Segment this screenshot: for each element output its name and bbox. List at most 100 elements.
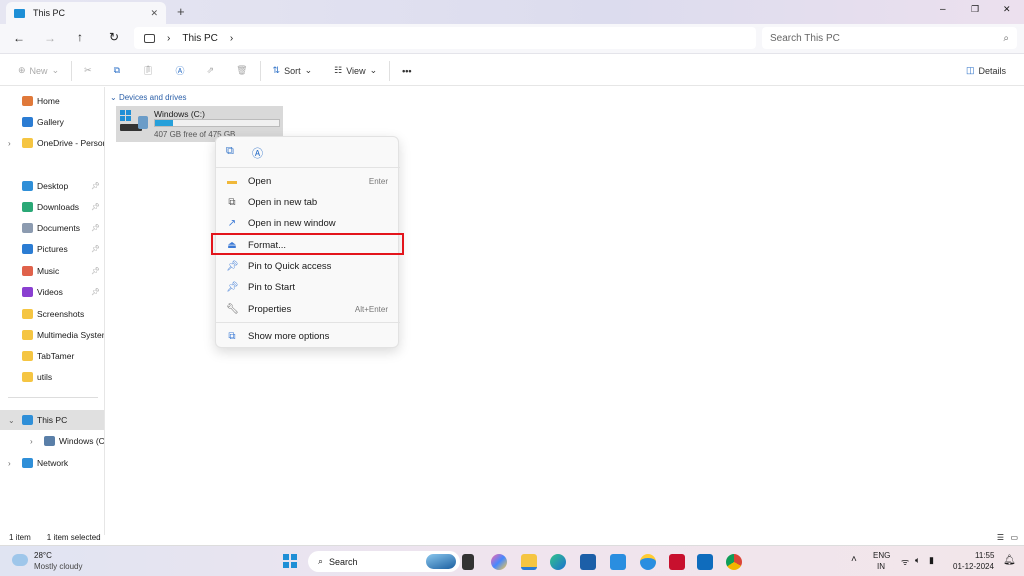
- close-button[interactable]: ✕: [1003, 4, 1011, 15]
- copy-icon[interactable]: ⧉: [226, 145, 234, 158]
- menu-item-properties[interactable]: 🔧︎ Properties Alt+Enter: [220, 299, 396, 319]
- sort-icon: ⇅: [272, 65, 281, 75]
- pin-icon[interactable]: 📌︎: [91, 245, 100, 253]
- rename-button[interactable]: Ⓐ: [168, 60, 193, 82]
- sort-button[interactable]: ⇅ Sort ⌄: [265, 60, 321, 82]
- view-button[interactable]: ☷ View ⌄: [326, 60, 385, 82]
- share-button[interactable]: ⇗: [199, 60, 223, 82]
- menu-item-open-in-new-tab[interactable]: ⧉ Open in new tab: [220, 192, 396, 212]
- sidebar-item-this-pc[interactable]: ⌄ This PC: [0, 410, 104, 430]
- delete-button[interactable]: 🗑︎: [228, 60, 255, 82]
- copy-button[interactable]: ⧉: [106, 60, 128, 82]
- drive-icon: [44, 436, 55, 446]
- drive-usage-fill: [155, 120, 173, 126]
- chrome-icon[interactable]: [726, 554, 742, 570]
- sidebar-item-tabtamer[interactable]: TabTamer: [0, 346, 104, 366]
- refresh-icon[interactable]: ↻: [109, 30, 119, 44]
- file-explorer-icon[interactable]: [521, 554, 537, 570]
- sidebar-item-music[interactable]: Music 📌︎: [0, 261, 104, 281]
- menu-item-open-in-new-window[interactable]: ↗ Open in new window: [220, 213, 396, 233]
- store-icon[interactable]: [580, 554, 596, 570]
- sidebar-item-gallery[interactable]: Gallery: [0, 112, 104, 132]
- more-button[interactable]: •••: [394, 60, 419, 82]
- maximize-button[interactable]: ❐: [971, 4, 979, 15]
- weather-text[interactable]: Mostly cloudy: [34, 562, 82, 571]
- chevron-up-icon[interactable]: ˄: [851, 554, 857, 565]
- drive-usage-bar: [154, 119, 280, 127]
- wifi-icon[interactable]: ᯤ: [901, 555, 909, 568]
- back-icon[interactable]: ←: [13, 31, 25, 45]
- menu-item-open[interactable]: ▬ Open Enter: [220, 171, 396, 191]
- clock-date[interactable]: 01-12-2024: [953, 562, 994, 571]
- command-bar: ⊕ New ⌄ ✂ ⧉ 📋︎ Ⓐ ⇗ 🗑︎ ⇅ Sort ⌄ ☷ View ⌄ •••…: [0, 56, 1024, 86]
- sidebar-item-home[interactable]: Home: [0, 91, 104, 111]
- chevron-right-icon[interactable]: ›: [8, 459, 22, 468]
- highlight-box: [211, 233, 404, 255]
- temperature[interactable]: 28°C: [34, 551, 52, 560]
- minimize-button[interactable]: –: [940, 4, 946, 15]
- details-view-icon[interactable]: ☰: [997, 533, 1004, 542]
- weather-icon[interactable]: [12, 554, 28, 566]
- section-header[interactable]: ⌄ Devices and drives: [110, 93, 187, 102]
- forward-icon[interactable]: →: [44, 31, 56, 45]
- start-icon[interactable]: [283, 554, 297, 568]
- tab-this-pc[interactable]: This PC ✕: [6, 2, 166, 24]
- sidebar-item-windows-c-[interactable]: › Windows (C:): [0, 431, 104, 451]
- breadcrumb[interactable]: This PC: [182, 33, 218, 44]
- item-count: 1 item: [9, 532, 31, 542]
- show-more-icon: ⧉: [228, 330, 236, 342]
- sidebar-item-downloads[interactable]: Downloads 📌︎: [0, 197, 104, 217]
- chevron-right-icon[interactable]: ›: [30, 437, 44, 446]
- outlook-icon[interactable]: [697, 554, 713, 570]
- tiles-view-icon[interactable]: ▭: [1010, 533, 1018, 542]
- sidebar-item-network[interactable]: › Network: [0, 453, 104, 473]
- close-tab-icon[interactable]: ✕: [150, 8, 158, 19]
- sidebar-item-screenshots[interactable]: Screenshots: [0, 304, 104, 324]
- battery-icon[interactable]: ▮: [929, 555, 934, 566]
- region[interactable]: IN: [877, 562, 885, 571]
- sidebar-item-utils[interactable]: utils: [0, 367, 104, 387]
- pin-icon[interactable]: 📌︎: [91, 288, 100, 296]
- language[interactable]: ENG: [873, 551, 890, 560]
- details-button[interactable]: ◫ Details: [958, 60, 1014, 82]
- sidebar-item-onedrive-persona[interactable]: › OneDrive - Persona: [0, 133, 104, 153]
- task-view-icon[interactable]: [462, 554, 474, 570]
- edge-icon[interactable]: [550, 554, 566, 570]
- chevron-right-icon: ›: [167, 32, 171, 44]
- help-icon[interactable]: [640, 554, 656, 570]
- search-input[interactable]: Search This PC ⌕: [762, 27, 1017, 49]
- mcafee-icon[interactable]: [669, 554, 685, 570]
- clock-time[interactable]: 11:55: [975, 551, 994, 560]
- pin-icon[interactable]: 📌︎: [91, 224, 100, 232]
- taskbar-search[interactable]: ⌕ Search: [308, 551, 460, 572]
- menu-item-pin-to-start[interactable]: 📌︎ Pin to Start: [220, 277, 396, 297]
- menu-item-show-more-options[interactable]: ⧉ Show more options: [220, 326, 396, 346]
- notification-icon[interactable]: 🔔︎: [1003, 555, 1016, 566]
- chevron-right-icon[interactable]: ›: [8, 139, 22, 148]
- sidebar-item-videos[interactable]: Videos 📌︎: [0, 282, 104, 302]
- pin-icon[interactable]: 📌︎: [91, 182, 100, 190]
- paste-button[interactable]: 📋︎: [134, 60, 161, 82]
- rename-icon[interactable]: Ⓐ: [252, 145, 263, 161]
- volume-icon[interactable]: 🔈︎: [915, 555, 920, 566]
- new-tab-button[interactable]: +: [177, 4, 185, 19]
- new-button[interactable]: ⊕ New ⌄: [10, 60, 67, 82]
- app-icon[interactable]: [610, 554, 626, 570]
- pin-icon[interactable]: 📌︎: [91, 203, 100, 211]
- address-bar[interactable]: › This PC ›: [134, 27, 756, 49]
- up-icon[interactable]: ↑: [77, 30, 83, 44]
- sidebar-item-documents[interactable]: Documents 📌︎: [0, 218, 104, 238]
- cut-button[interactable]: ✂: [76, 60, 100, 82]
- sidebar-item-multimedia-system[interactable]: Multimedia System: [0, 325, 104, 345]
- chevron-down-icon[interactable]: ⌄: [8, 416, 22, 425]
- view-icon: ☷: [334, 65, 343, 75]
- pin-icon[interactable]: 📌︎: [91, 267, 100, 275]
- tab-title: This PC: [33, 8, 66, 18]
- sidebar-item-pictures[interactable]: Pictures 📌︎: [0, 239, 104, 259]
- menu-item-pin-to-quick-access[interactable]: 📌︎ Pin to Quick access: [220, 256, 396, 276]
- shortcut-label: Alt+Enter: [354, 304, 388, 314]
- menu-item-label: Pin to Start: [248, 281, 295, 293]
- pc-icon: [144, 33, 155, 43]
- sidebar-item-desktop[interactable]: Desktop 📌︎: [0, 176, 104, 196]
- copilot-icon[interactable]: [491, 554, 507, 570]
